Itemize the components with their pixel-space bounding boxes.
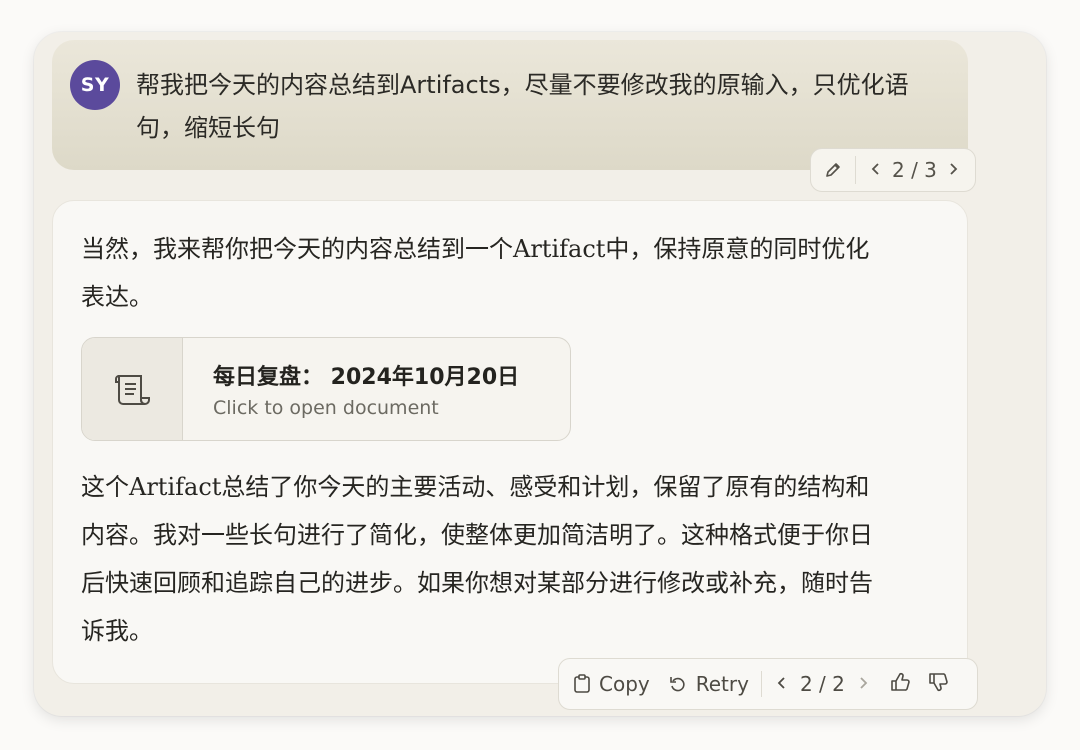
chevron-right-icon[interactable]	[947, 158, 959, 182]
assistant-message: 当然，我来帮你把今天的内容总结到一个Artifact中，保持原意的同时优化表达。…	[52, 200, 968, 684]
chevron-left-icon[interactable]	[870, 158, 882, 182]
assistant-outro-text: 这个Artifact总结了你今天的主要活动、感受和计划，保留了原有的结构和内容。…	[81, 473, 873, 645]
retry-icon	[669, 677, 685, 692]
response-version-counter: 2 / 2	[799, 672, 845, 696]
avatar: SY	[70, 60, 120, 110]
artifact-info: 每日复盘： 2024年10月20日 Click to open document	[183, 338, 519, 440]
divider	[760, 671, 762, 697]
artifact-subtitle: Click to open document	[213, 397, 439, 419]
thumbs-up-icon[interactable]	[889, 672, 911, 697]
chevron-left-icon[interactable]	[776, 672, 788, 696]
copy-label: Copy	[599, 672, 650, 696]
version-nav: 2 / 3	[856, 158, 959, 182]
retry-label: Retry	[695, 672, 749, 696]
chat-window: SY 帮我把今天的内容总结到Artifacts，尽量不要修改我的原输入，只优化语…	[34, 32, 1046, 716]
chevron-right-icon[interactable]	[857, 672, 869, 696]
thumbs-down-icon[interactable]	[927, 672, 949, 697]
version-counter: 2 / 3	[892, 158, 937, 182]
user-message-toolbar: 2 / 3	[810, 148, 976, 192]
clipboard-icon	[574, 674, 590, 693]
artifact-title: 每日复盘： 2024年10月20日	[213, 365, 520, 390]
scroll-icon	[82, 338, 183, 440]
assistant-action-bar: Copy Retry 2 / 2	[558, 658, 978, 710]
response-version-nav: 2 / 2	[776, 672, 869, 696]
pencil-icon[interactable]	[811, 156, 856, 184]
retry-button[interactable]: Retry	[668, 672, 749, 696]
artifact-card[interactable]: 每日复盘： 2024年10月20日 Click to open document	[81, 337, 571, 441]
copy-button[interactable]: Copy	[573, 672, 650, 696]
assistant-intro-text: 当然，我来帮你把今天的内容总结到一个Artifact中，保持原意的同时优化表达。	[81, 235, 870, 311]
user-message-text: 帮我把今天的内容总结到Artifacts，尽量不要修改我的原输入，只优化语句，缩…	[136, 71, 909, 142]
